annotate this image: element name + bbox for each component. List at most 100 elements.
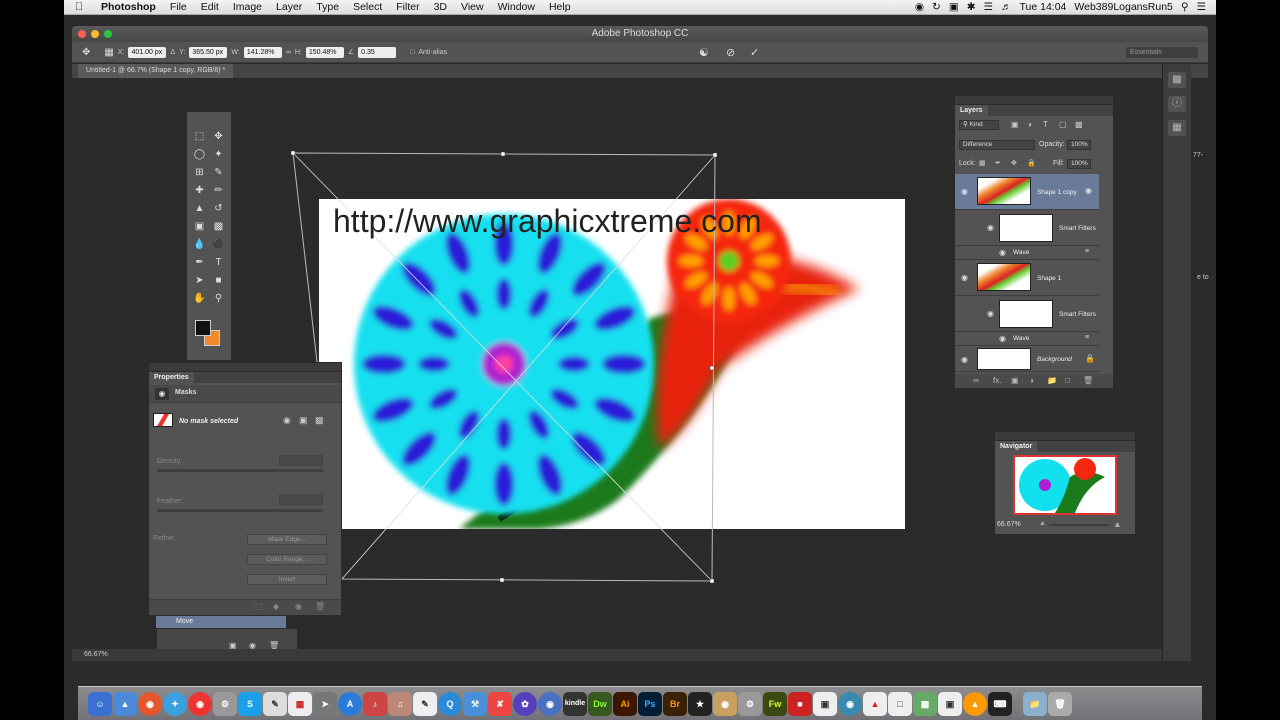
gradient-tool-icon[interactable]: ▩ — [210, 218, 227, 235]
safari-icon[interactable]: ✦ — [163, 691, 187, 716]
filter-pixel-icon[interactable]: ▣ — [1011, 120, 1019, 129]
system-icon[interactable]: ◉ — [538, 691, 562, 716]
navigator-zoom-slider[interactable] — [1049, 524, 1109, 526]
document-canvas[interactable]: http://www.graphicxtreme.com — [319, 199, 905, 529]
layers-tab[interactable]: Layers — [955, 105, 988, 116]
vlc-icon[interactable]: ▲ — [963, 691, 987, 716]
calendar-icon[interactable]: ▦ — [288, 691, 312, 716]
delete-layer-icon[interactable]: 🗑 — [1083, 376, 1093, 385]
record-icon[interactable]: ◉ — [915, 1, 924, 13]
angle-field[interactable]: 0.35 — [358, 46, 397, 58]
quicktime-icon[interactable]: Q — [438, 691, 462, 716]
kind-filter-select[interactable]: ⚲ Kind — [959, 120, 999, 130]
menu-3d[interactable]: 3D — [427, 1, 454, 13]
zoom-in-icon[interactable]: ▲ — [1113, 519, 1122, 529]
add-pixel-mask-icon[interactable]: ▣ — [299, 415, 308, 426]
delete-mask-icon[interactable]: 🗑 — [315, 602, 325, 611]
garageband-icon[interactable]: ♫ — [388, 691, 412, 716]
zoom-out-icon[interactable]: ▲ — [1039, 520, 1046, 527]
skype-icon[interactable]: S — [238, 691, 262, 716]
pixel-mask-icon[interactable]: ◉ — [283, 415, 291, 426]
itunes-icon[interactable]: ♪ — [363, 691, 387, 716]
spreadsheet-icon[interactable]: ▦ — [913, 691, 937, 716]
menu-view[interactable]: View — [454, 1, 491, 13]
utility-icon[interactable]: ✘ — [488, 691, 512, 716]
bluetooth-icon[interactable]: ✱ — [967, 1, 976, 13]
add-vector-mask-icon[interactable]: ▩ — [315, 415, 324, 426]
load-selection-icon[interactable]: ⬚ — [255, 602, 263, 611]
visibility-eye-icon[interactable]: ◉ — [961, 355, 968, 364]
launchpad-icon[interactable]: ➤ — [313, 691, 337, 716]
history-brush-icon[interactable]: ↺ — [210, 200, 227, 217]
layers-panel-header[interactable] — [955, 96, 1113, 105]
apple-menu-icon[interactable]:  — [64, 1, 94, 13]
blend-mode-select[interactable]: Difference — [959, 140, 1035, 150]
reference-point-icon[interactable]: ▦ — [104, 47, 113, 58]
lock-paint-icon[interactable]: ✒ — [995, 159, 1001, 167]
app-menu[interactable]: Photoshop — [94, 1, 163, 13]
feather-slider[interactable] — [157, 509, 323, 512]
workspace-select[interactable]: Essentials — [1126, 47, 1198, 58]
visibility-eye-icon[interactable]: ◉ — [961, 187, 968, 196]
clock[interactable]: Tue 14:04 — [1020, 1, 1067, 13]
brush-tool-icon[interactable]: ✏ — [210, 182, 227, 199]
premiere-icon[interactable]: ★ — [688, 691, 712, 716]
y-field[interactable]: 365.50 px — [189, 46, 228, 58]
density-slider[interactable] — [157, 469, 323, 472]
move-tool-icon[interactable]: ✥ — [82, 47, 90, 58]
downloads-folder-icon[interactable]: 📁 — [1023, 691, 1047, 716]
trash-icon[interactable]: 🗑 — [1048, 691, 1072, 716]
new-group-icon[interactable]: 📁 — [1047, 376, 1057, 385]
wave-eye-icon[interactable]: ◉ — [999, 334, 1006, 343]
lock-all-icon[interactable]: 🔒 — [1027, 159, 1036, 167]
properties-panel-header[interactable] — [149, 363, 341, 372]
stamp-tool-icon[interactable]: ▲ — [191, 200, 208, 217]
layer-row-background[interactable]: ◉ Background 🔒 — [955, 346, 1099, 372]
sync-icon[interactable]: ↻ — [932, 1, 941, 13]
volume-icon[interactable]: ♬ — [1001, 1, 1012, 13]
menu-type[interactable]: Type — [309, 1, 346, 13]
filter-shape-icon[interactable]: ▢ — [1059, 120, 1067, 129]
link-layers-icon[interactable]: ∞ — [973, 376, 979, 385]
status-zoom[interactable]: 66.67% — [84, 651, 108, 658]
smart-filters-eye-icon[interactable]: ◉ — [987, 223, 994, 232]
spotlight-icon[interactable]: ⚲ — [1181, 1, 1189, 13]
layer-name[interactable]: Background — [1037, 356, 1072, 363]
layer-row-shape-1[interactable]: ◉ Shape 1 — [955, 260, 1099, 296]
flower-app-icon[interactable]: ✿ — [513, 691, 537, 716]
feather-field[interactable] — [279, 494, 323, 505]
xcode-icon[interactable]: ⚒ — [463, 691, 487, 716]
pen-tool-icon[interactable]: ✒ — [191, 254, 208, 271]
new-layer-icon[interactable]: □ — [1065, 376, 1070, 385]
density-field[interactable] — [279, 455, 323, 466]
acrobat-icon[interactable]: ▲ — [863, 691, 887, 716]
dreamweaver-icon[interactable]: Dw — [588, 691, 612, 716]
info-icon[interactable]: ⓘ — [1168, 96, 1186, 112]
filter-row-wave[interactable]: ◉ Wave ≡ — [955, 332, 1099, 346]
menu-edit[interactable]: Edit — [194, 1, 226, 13]
filter-options-icon[interactable]: ≡ — [1085, 334, 1089, 341]
invert-button[interactable]: Invert — [247, 574, 327, 585]
firefox-icon[interactable]: ◉ — [138, 691, 162, 716]
layer-style-fx-button[interactable]: fx. — [993, 376, 1001, 385]
dodge-tool-icon[interactable]: ⚫ — [210, 236, 227, 253]
filter-smart-object-icon[interactable]: ▩ — [1075, 120, 1083, 129]
illustrator-icon[interactable]: Ai — [613, 691, 637, 716]
wifi-icon[interactable]: ☰ — [984, 1, 993, 13]
menu-file[interactable]: File — [163, 1, 194, 13]
navigator-panel-header[interactable] — [995, 432, 1135, 441]
layer-name[interactable]: Shape 1 — [1037, 275, 1061, 282]
terminal-icon[interactable]: ⌨ — [988, 691, 1012, 716]
image-app-icon[interactable]: ◉ — [713, 691, 737, 716]
w-field[interactable]: 141.28% — [243, 46, 282, 58]
tool-app-icon[interactable]: ⚙ — [738, 691, 762, 716]
antialias-checkbox[interactable]: □ — [410, 49, 414, 56]
appstore-icon[interactable]: A — [338, 691, 362, 716]
minimize-window-button[interactable] — [91, 30, 99, 38]
hand-tool-icon[interactable]: ✋ — [191, 290, 208, 307]
close-window-button[interactable] — [78, 30, 86, 38]
filter-adjustment-icon[interactable]: ◑ — [1027, 120, 1032, 129]
display-icon[interactable]: ▣ — [949, 1, 959, 13]
magic-wand-tool-icon[interactable]: ✦ — [210, 146, 227, 163]
file-icon[interactable]: ▣ — [938, 691, 962, 716]
